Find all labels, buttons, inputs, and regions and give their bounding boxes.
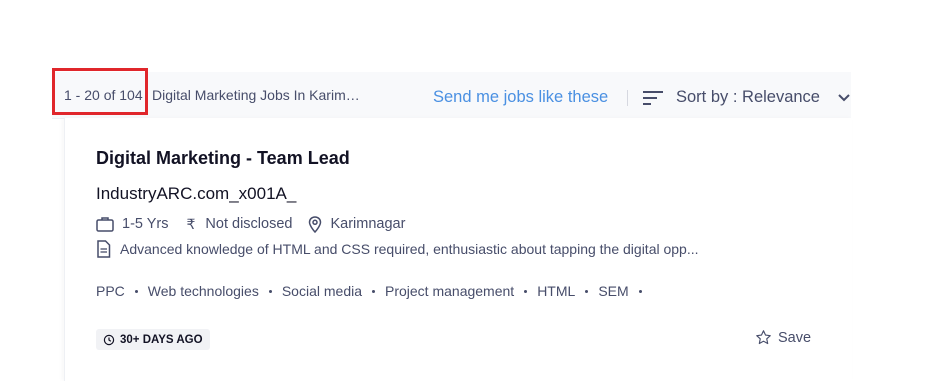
location-text: Karimnagar <box>330 216 406 232</box>
experience-info: 1-5 Yrs <box>96 216 168 232</box>
briefcase-icon <box>96 217 114 232</box>
skill-tag: Web technologies <box>148 283 282 299</box>
results-header-bar: 1 - 20 of 104 Digital Marketing Jobs In … <box>52 72 851 119</box>
company-name-link[interactable]: IndustryARC.com_x001A_ <box>96 184 296 204</box>
header-divider <box>627 90 628 106</box>
skill-tag: SEM <box>598 283 651 299</box>
posted-age-text: 30+ DAYS AGO <box>120 333 203 346</box>
job-description-row: Advanced knowledge of HTML and CSS requi… <box>96 240 699 258</box>
location-info: Karimnagar <box>308 215 406 233</box>
posted-age-badge: 30+ DAYS AGO <box>96 329 210 350</box>
save-label: Save <box>778 329 812 346</box>
skill-tag: HTML <box>537 283 598 299</box>
document-icon <box>97 240 111 258</box>
salary-text: Not disclosed <box>205 216 293 232</box>
send-me-jobs-link[interactable]: Send me jobs like these <box>433 88 608 107</box>
skill-tag: PPC <box>96 283 148 299</box>
skill-tags: PPC Web technologies Social media Projec… <box>96 283 652 299</box>
sort-icon[interactable] <box>643 89 665 107</box>
job-title-link[interactable]: Digital Marketing - Team Lead <box>96 148 350 169</box>
star-icon <box>756 330 771 345</box>
results-count: 1 - 20 of 104 <box>64 87 143 103</box>
job-meta-row: 1-5 Yrs ₹ Not disclosed Karimnagar <box>96 214 421 234</box>
save-job-button[interactable]: Save <box>755 329 811 346</box>
rupee-icon: ₹ <box>186 215 196 232</box>
skill-tag: Project management <box>385 283 537 299</box>
skill-tag: Social media <box>282 283 385 299</box>
experience-text: 1-5 Yrs <box>122 216 169 232</box>
job-description-text: Advanced knowledge of HTML and CSS requi… <box>120 241 699 257</box>
salary-info: ₹ Not disclosed <box>184 216 292 233</box>
history-icon <box>103 334 115 345</box>
sort-dropdown-label[interactable]: Sort by : Relevance <box>676 88 820 107</box>
job-card[interactable]: Digital Marketing - Team Lead IndustryAR… <box>64 118 852 381</box>
chevron-down-icon[interactable] <box>837 91 851 105</box>
location-pin-icon <box>309 215 322 233</box>
results-query-title: Digital Marketing Jobs In Karimnagar <box>152 87 367 103</box>
